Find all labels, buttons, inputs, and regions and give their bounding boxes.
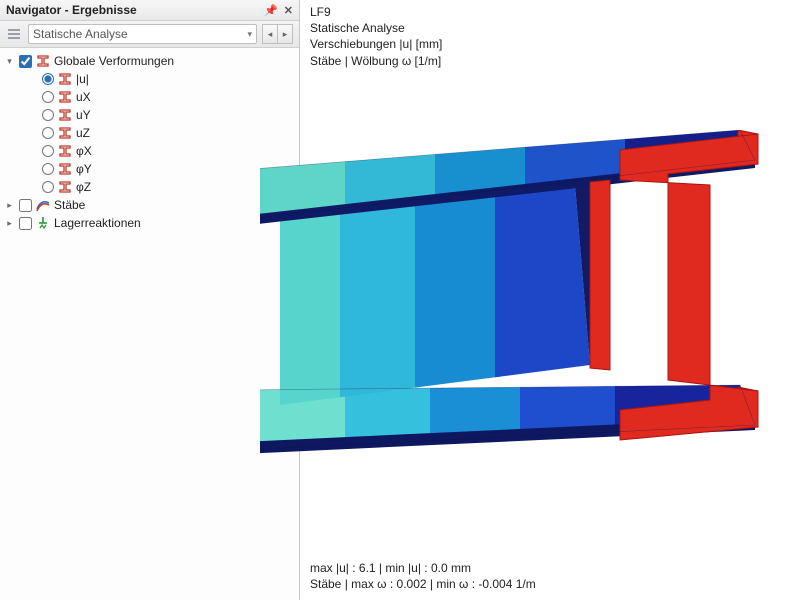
expand-icon[interactable]: ▸ (4, 200, 15, 211)
tree-label: Lagerreaktionen (54, 216, 141, 230)
info-line: max |u| : 6.1 | min |u| : 0.0 mm (310, 560, 536, 576)
collapse-icon[interactable]: ▾ (4, 56, 15, 67)
result-tree: ▾ Globale Verformungen |u| uX (0, 48, 299, 236)
tree-leaf-ux[interactable]: uX (4, 88, 295, 106)
support-icon (36, 216, 50, 230)
info-line: Verschiebungen |u| [mm] (310, 36, 442, 52)
analysis-type-icon (6, 26, 22, 42)
section-icon (58, 180, 72, 194)
info-line: Stäbe | max ω : 0.002 | min ω : -0.004 1… (310, 576, 536, 592)
member-icon (36, 198, 50, 212)
viewport-info-bottom: max |u| : 6.1 | min |u| : 0.0 mm Stäbe |… (310, 560, 536, 592)
info-line: Statische Analyse (310, 20, 442, 36)
expand-icon[interactable]: ▸ (4, 218, 15, 229)
tree-label: φY (76, 162, 92, 176)
tree-leaf-phix[interactable]: φX (4, 142, 295, 160)
info-line: LF9 (310, 4, 442, 20)
section-icon (58, 72, 72, 86)
tree-label: |u| (76, 72, 89, 86)
analysis-combo[interactable]: Statische Analyse ▾ (28, 24, 257, 44)
radio-phiz[interactable] (42, 181, 54, 193)
radio-phiy[interactable] (42, 163, 54, 175)
section-icon (58, 108, 72, 122)
tree-leaf-phiy[interactable]: φY (4, 160, 295, 178)
section-icon (58, 90, 72, 104)
checkbox-global-deformations[interactable] (19, 55, 32, 68)
tree-label: uZ (76, 126, 90, 140)
analysis-toolbar: Statische Analyse ▾ ◂ ▸ (0, 21, 299, 48)
chevron-down-icon: ▾ (247, 29, 252, 40)
info-line: Stäbe | Wölbung ω [1/m] (310, 53, 442, 69)
radio-u[interactable] (42, 73, 54, 85)
navigator-panel: Navigator - Ergebnisse 📌 ✕ Statische Ana… (0, 0, 300, 600)
pin-icon[interactable]: 📌 (264, 4, 278, 17)
tree-label: φX (76, 144, 92, 158)
viewport-info-top: LF9 Statische Analyse Verschiebungen |u|… (310, 4, 442, 69)
tree-leaf-uy[interactable]: uY (4, 106, 295, 124)
tree-leaf-phiz[interactable]: φZ (4, 178, 295, 196)
viewport-3d[interactable]: LF9 Statische Analyse Verschiebungen |u|… (300, 0, 800, 600)
tree-leaf-uz[interactable]: uZ (4, 124, 295, 142)
checkbox-lagerreaktionen[interactable] (19, 217, 32, 230)
tree-node-staebe[interactable]: ▸ Stäbe (4, 196, 295, 214)
section-icon (36, 54, 50, 68)
section-icon (58, 162, 72, 176)
radio-uz[interactable] (42, 127, 54, 139)
radio-uy[interactable] (42, 109, 54, 121)
tree-node-global-deformations[interactable]: ▾ Globale Verformungen (4, 52, 295, 70)
section-icon (58, 126, 72, 140)
checkbox-staebe[interactable] (19, 199, 32, 212)
close-icon[interactable]: ✕ (284, 4, 293, 17)
radio-ux[interactable] (42, 91, 54, 103)
tree-label: uY (76, 108, 91, 122)
tree-label: uX (76, 90, 91, 104)
next-button[interactable]: ▸ (277, 24, 293, 44)
section-icon (58, 144, 72, 158)
tree-label: Stäbe (54, 198, 85, 212)
tree-node-lagerreaktionen[interactable]: ▸ Lagerreaktionen (4, 214, 295, 232)
tree-label: φZ (76, 180, 91, 194)
analysis-combo-label: Statische Analyse (33, 27, 128, 41)
panel-title: Navigator - Ergebnisse (6, 3, 137, 17)
beam-render (260, 130, 800, 470)
panel-header: Navigator - Ergebnisse 📌 ✕ (0, 0, 299, 21)
prev-button[interactable]: ◂ (262, 24, 278, 44)
tree-leaf-u[interactable]: |u| (4, 70, 295, 88)
radio-phix[interactable] (42, 145, 54, 157)
tree-label: Globale Verformungen (54, 54, 174, 68)
